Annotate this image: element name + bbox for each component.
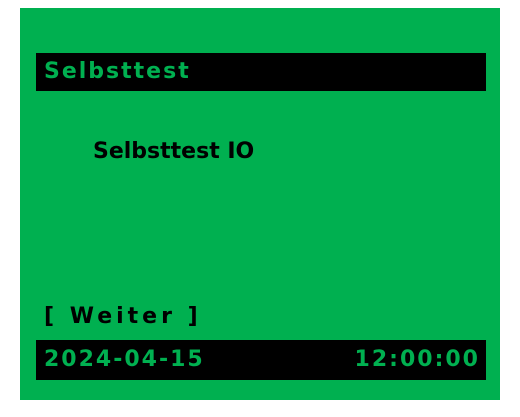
weiter-softkey[interactable]: [ Weiter ] — [44, 304, 202, 329]
status-bar: 2024-04-15 12:00:00 — [36, 340, 486, 380]
status-time: 12:00:00 — [354, 347, 480, 372]
screen-title: Selbsttest — [44, 59, 191, 84]
selftest-result-message: Selbsttest IO — [93, 139, 255, 164]
title-bar: Selbsttest — [36, 53, 486, 91]
device-screen: Selbsttest Selbsttest IO [ Weiter ] 2024… — [20, 8, 500, 400]
status-date: 2024-04-15 — [44, 347, 205, 372]
